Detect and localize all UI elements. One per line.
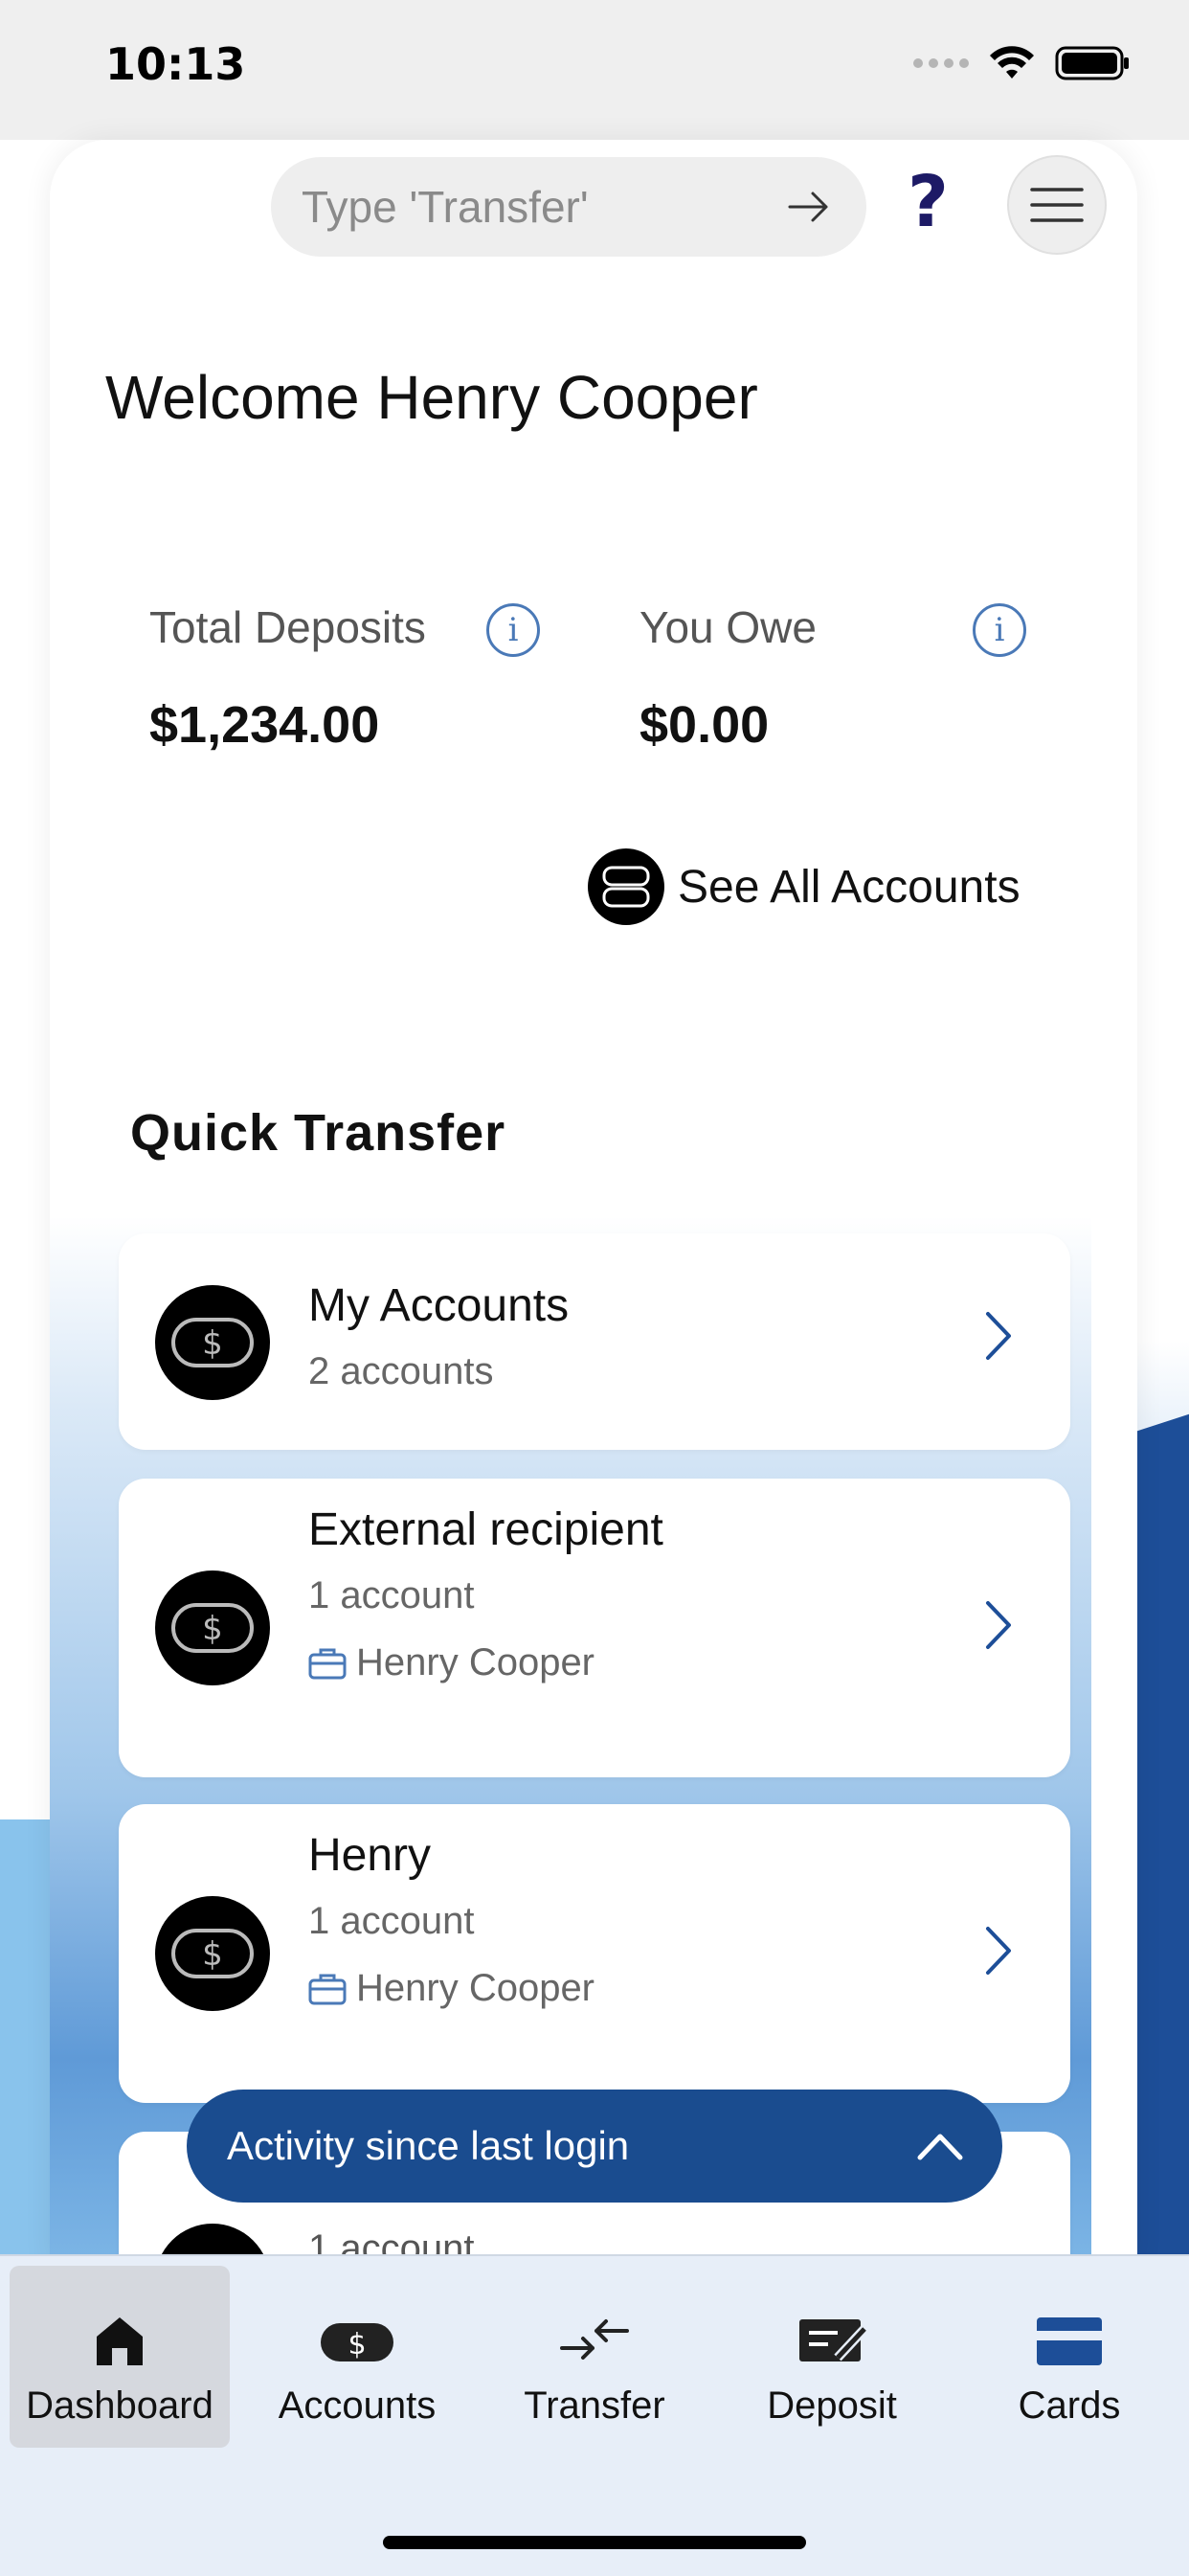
accounts-stack-icon [588, 848, 664, 925]
svg-text:$: $ [202, 1324, 223, 1363]
transfer-item-title: Henry [308, 1830, 432, 1881]
tab-label: Accounts [278, 2384, 437, 2427]
wifi-icon [990, 46, 1034, 79]
menu-button[interactable] [1007, 155, 1107, 255]
transfer-item-owner: Henry Cooper [308, 1641, 594, 1684]
info-icon[interactable]: i [973, 603, 1026, 657]
status-time: 10:13 [105, 38, 246, 90]
chevron-right-icon [986, 1927, 1011, 1975]
activity-label: Activity since last login [227, 2123, 630, 2168]
transfer-item-title: External recipient [308, 1504, 663, 1555]
info-icon[interactable]: i [486, 603, 540, 657]
money-icon: $ [155, 1570, 270, 1685]
tab-label: Cards [1018, 2384, 1121, 2427]
status-icons [913, 44, 1132, 82]
arrow-right-icon[interactable] [786, 188, 832, 226]
total-deposits-label: Total Deposits [149, 602, 426, 652]
briefcase-icon [308, 1974, 347, 2004]
tab-cards[interactable]: Cards [959, 2266, 1179, 2448]
chevron-up-icon[interactable] [916, 2131, 964, 2161]
search-placeholder: Type 'Transfer' [302, 182, 589, 232]
tab-transfer[interactable]: Transfer [484, 2266, 705, 2448]
svg-text:$: $ [202, 1610, 223, 1648]
deposit-icon [799, 2319, 868, 2361]
money-icon: $ [155, 1896, 270, 2011]
briefcase-icon [308, 1648, 347, 1679]
svg-text:$: $ [348, 2328, 366, 2361]
activity-since-last-login-bar[interactable]: Activity since last login [187, 2090, 1002, 2203]
bottom-tab-bar: Dashboard $ Accounts Transfer Deposit Ca… [0, 2254, 1189, 2576]
tab-label: Transfer [524, 2384, 665, 2427]
see-all-accounts-button[interactable]: See All Accounts [588, 848, 1021, 925]
tab-dashboard[interactable]: Dashboard [10, 2266, 230, 2448]
hamburger-icon [1030, 188, 1084, 222]
transfer-item-subtitle: 1 account [308, 1574, 475, 1616]
card-icon [1037, 2317, 1102, 2365]
help-icon[interactable]: ? [908, 161, 949, 243]
owner-name: Henry Cooper [356, 1967, 595, 2009]
tab-label: Dashboard [26, 2384, 213, 2427]
transfer-item-owner: Henry Cooper [308, 1967, 594, 2010]
owner-name: Henry Cooper [356, 1641, 595, 1683]
tab-label: Deposit [767, 2384, 897, 2427]
welcome-heading: Welcome Henry Cooper [105, 363, 758, 432]
svg-text:$: $ [202, 1935, 223, 1974]
transfer-item-my-accounts[interactable]: $ My Accounts 2 accounts [119, 1233, 1070, 1450]
tab-accounts[interactable]: $ Accounts [247, 2266, 467, 2448]
tab-deposit[interactable]: Deposit [722, 2266, 942, 2448]
transfer-item-subtitle: 2 accounts [308, 1350, 494, 1392]
transfer-item-title: My Accounts [308, 1280, 570, 1331]
money-icon: $ [155, 1285, 270, 1400]
status-bar: 10:13 [0, 0, 1189, 140]
battery-icon [1055, 46, 1129, 80]
chevron-right-icon [986, 1601, 1011, 1649]
home-indicator [383, 2536, 806, 2549]
you-owe-value: $0.00 [639, 696, 770, 754]
search-input[interactable]: Type 'Transfer' [271, 157, 866, 257]
you-owe-label: You Owe [639, 602, 817, 652]
home-icon [97, 2317, 143, 2365]
accounts-icon: $ [321, 2323, 393, 2361]
transfer-item-henry[interactable]: $ Henry 1 account Henry Cooper [119, 1804, 1070, 2103]
signal-icon [913, 58, 969, 68]
total-deposits-value: $1,234.00 [149, 696, 380, 754]
transfer-item-external-recipient[interactable]: $ External recipient 1 account Henry Coo… [119, 1479, 1070, 1777]
see-all-accounts-label: See All Accounts [678, 861, 1021, 913]
quick-transfer-title: Quick Transfer [130, 1104, 506, 1162]
transfer-item-subtitle: 1 account [308, 1900, 475, 1942]
chevron-right-icon [986, 1312, 1011, 1360]
transfer-icon [560, 2319, 629, 2360]
